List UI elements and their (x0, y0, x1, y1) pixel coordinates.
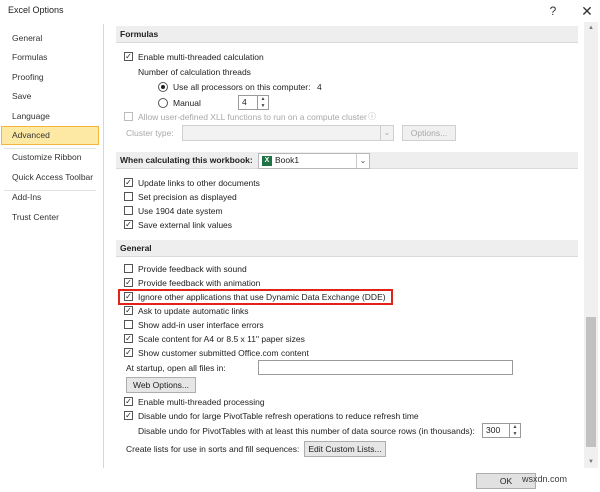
option-label: Enable multi-threaded calculation (138, 52, 264, 62)
option-multithreaded-processing[interactable]: ✓ Enable multi-threaded processing (124, 395, 424, 409)
section-header-general: General (116, 240, 578, 257)
undo-rows-label: Disable undo for PivotTables with at lea… (138, 426, 475, 436)
manual-threads-input[interactable]: 4 (238, 95, 258, 110)
radio-button[interactable] (158, 98, 168, 108)
sidebar-item-add-ins[interactable]: Add-Ins (1, 188, 99, 207)
highlight-box (118, 289, 393, 305)
option-use-all-processors[interactable]: Use all processors on this computer: 4 (158, 80, 418, 94)
option-set-precision[interactable]: Set precision as displayed (124, 190, 424, 204)
option-label: Show add-in user interface errors (138, 320, 264, 330)
option-manual-threads[interactable]: Manual (158, 96, 308, 110)
option-label: Use all processors on this computer: (173, 82, 311, 92)
option-label: Use 1904 date system (138, 206, 223, 216)
manual-threads-spinner[interactable]: ▲ ▼ (258, 95, 269, 110)
vertical-scrollbar[interactable]: ▲ ▼ (584, 22, 598, 468)
undo-rows-input[interactable]: 300 (482, 423, 510, 438)
checkbox[interactable] (124, 320, 133, 329)
scroll-up-icon[interactable]: ▲ (584, 22, 598, 34)
option-label: Manual (173, 98, 201, 108)
option-label: Provide feedback with sound (138, 264, 247, 274)
processor-count: 4 (317, 82, 322, 92)
option-disable-undo-large[interactable]: ✓ Disable undo for large PivotTable refr… (124, 409, 424, 423)
workbook-dropdown[interactable]: X Book1 ⌄ (258, 153, 370, 169)
help-icon[interactable]: ? (542, 2, 564, 20)
startup-folder-label: At startup, open all files in: (126, 363, 226, 373)
option-feedback-animation[interactable]: ✓ Provide feedback with animation (124, 276, 424, 290)
option-label: Update links to other documents (138, 178, 260, 188)
undo-rows-spinner[interactable]: ▲ ▼ (510, 423, 521, 438)
chevron-down-icon: ⌄ (380, 126, 393, 140)
option-ask-update-links[interactable]: ✓ Ask to update automatic links (124, 304, 424, 318)
custom-lists-label: Create lists for use in sorts and fill s… (126, 444, 300, 454)
checkbox[interactable] (124, 264, 133, 273)
checkbox[interactable]: ✓ (124, 348, 133, 357)
checkbox[interactable]: ✓ (124, 397, 133, 406)
section-header-formulas: Formulas (116, 26, 578, 43)
sidebar-item-quick-access-toolbar[interactable]: Quick Access Toolbar (1, 168, 99, 187)
radio-button[interactable] (158, 82, 168, 92)
section-title: When calculating this workbook: (120, 155, 253, 165)
watermark: wsxdn.com (522, 474, 568, 484)
option-1904-date[interactable]: Use 1904 date system (124, 204, 424, 218)
option-label: Provide feedback with animation (138, 278, 261, 288)
options-content: Formulas ✓ Enable multi-threaded calcula… (108, 22, 584, 468)
option-update-links[interactable]: ✓ Update links to other documents (124, 176, 424, 190)
checkbox[interactable]: ✓ (124, 178, 133, 187)
threads-label: Number of calculation threads (138, 67, 251, 77)
cluster-type-text: Cluster type: (126, 128, 174, 138)
cluster-options-button: Options... (402, 125, 456, 141)
sidebar-item-save[interactable]: Save (1, 87, 99, 106)
checkbox[interactable] (124, 206, 133, 215)
option-allow-udf-cluster: Allow user-defined XLL functions to run … (124, 110, 424, 124)
option-label: Enable multi-threaded processing (138, 397, 265, 407)
sidebar-item-advanced[interactable]: Advanced (1, 126, 99, 145)
option-label: Allow user-defined XLL functions to run … (138, 112, 367, 122)
checkbox[interactable]: ✓ (124, 52, 133, 61)
close-icon[interactable]: ✕ (576, 2, 598, 20)
option-label: Disable undo for large PivotTable refres… (138, 411, 419, 421)
option-label: Set precision as displayed (138, 192, 237, 202)
edit-custom-lists-button[interactable]: Edit Custom Lists... (304, 441, 386, 457)
sidebar-item-general[interactable]: General (1, 29, 99, 48)
option-scale-paper[interactable]: ✓ Scale content for A4 or 8.5 x 11" pape… (124, 332, 424, 346)
sidebar-item-customize-ribbon[interactable]: Customize Ribbon (1, 148, 99, 167)
startup-folder-input[interactable] (258, 360, 513, 375)
info-icon: ⓘ (368, 112, 376, 121)
sidebar-item-trust-center[interactable]: Trust Center (1, 208, 99, 227)
option-feedback-sound[interactable]: Provide feedback with sound (124, 262, 424, 276)
scrollbar-thumb[interactable] (586, 317, 596, 447)
sidebar: General Formulas Proofing Save Language … (0, 24, 104, 468)
dialog-footer: OK (0, 468, 600, 492)
chevron-down-icon: ⌄ (356, 154, 369, 168)
sidebar-item-proofing[interactable]: Proofing (1, 68, 99, 87)
option-label: Save external link values (138, 220, 233, 230)
option-office-content[interactable]: ✓ Show customer submitted Office.com con… (124, 346, 424, 360)
option-multithreaded-calculation[interactable]: ✓ Enable multi-threaded calculation (124, 50, 424, 64)
checkbox[interactable] (124, 192, 133, 201)
option-label: Ask to update automatic links (138, 306, 249, 316)
checkbox[interactable]: ✓ (124, 411, 133, 420)
option-label: Scale content for A4 or 8.5 x 11" paper … (138, 334, 305, 344)
sidebar-item-language[interactable]: Language (1, 107, 99, 126)
excel-icon: X (262, 156, 272, 166)
checkbox[interactable]: ✓ (124, 334, 133, 343)
option-save-external-links[interactable]: ✓ Save external link values (124, 218, 424, 232)
title-bar: Excel Options ? ✕ (0, 0, 600, 22)
window-title: Excel Options (8, 5, 64, 15)
scroll-down-icon[interactable]: ▼ (584, 456, 598, 468)
option-label: Show customer submitted Office.com conte… (138, 348, 309, 358)
checkbox[interactable]: ✓ (124, 278, 133, 287)
selected-workbook: Book1 (275, 155, 300, 165)
checkbox[interactable]: ✓ (124, 220, 133, 229)
sidebar-item-formulas[interactable]: Formulas (1, 48, 99, 67)
checkbox[interactable]: ✓ (124, 306, 133, 315)
web-options-button[interactable]: Web Options... (126, 377, 196, 393)
checkbox (124, 112, 133, 121)
cluster-type-dropdown: ⌄ (182, 125, 394, 141)
option-addin-errors[interactable]: Show add-in user interface errors (124, 318, 424, 332)
